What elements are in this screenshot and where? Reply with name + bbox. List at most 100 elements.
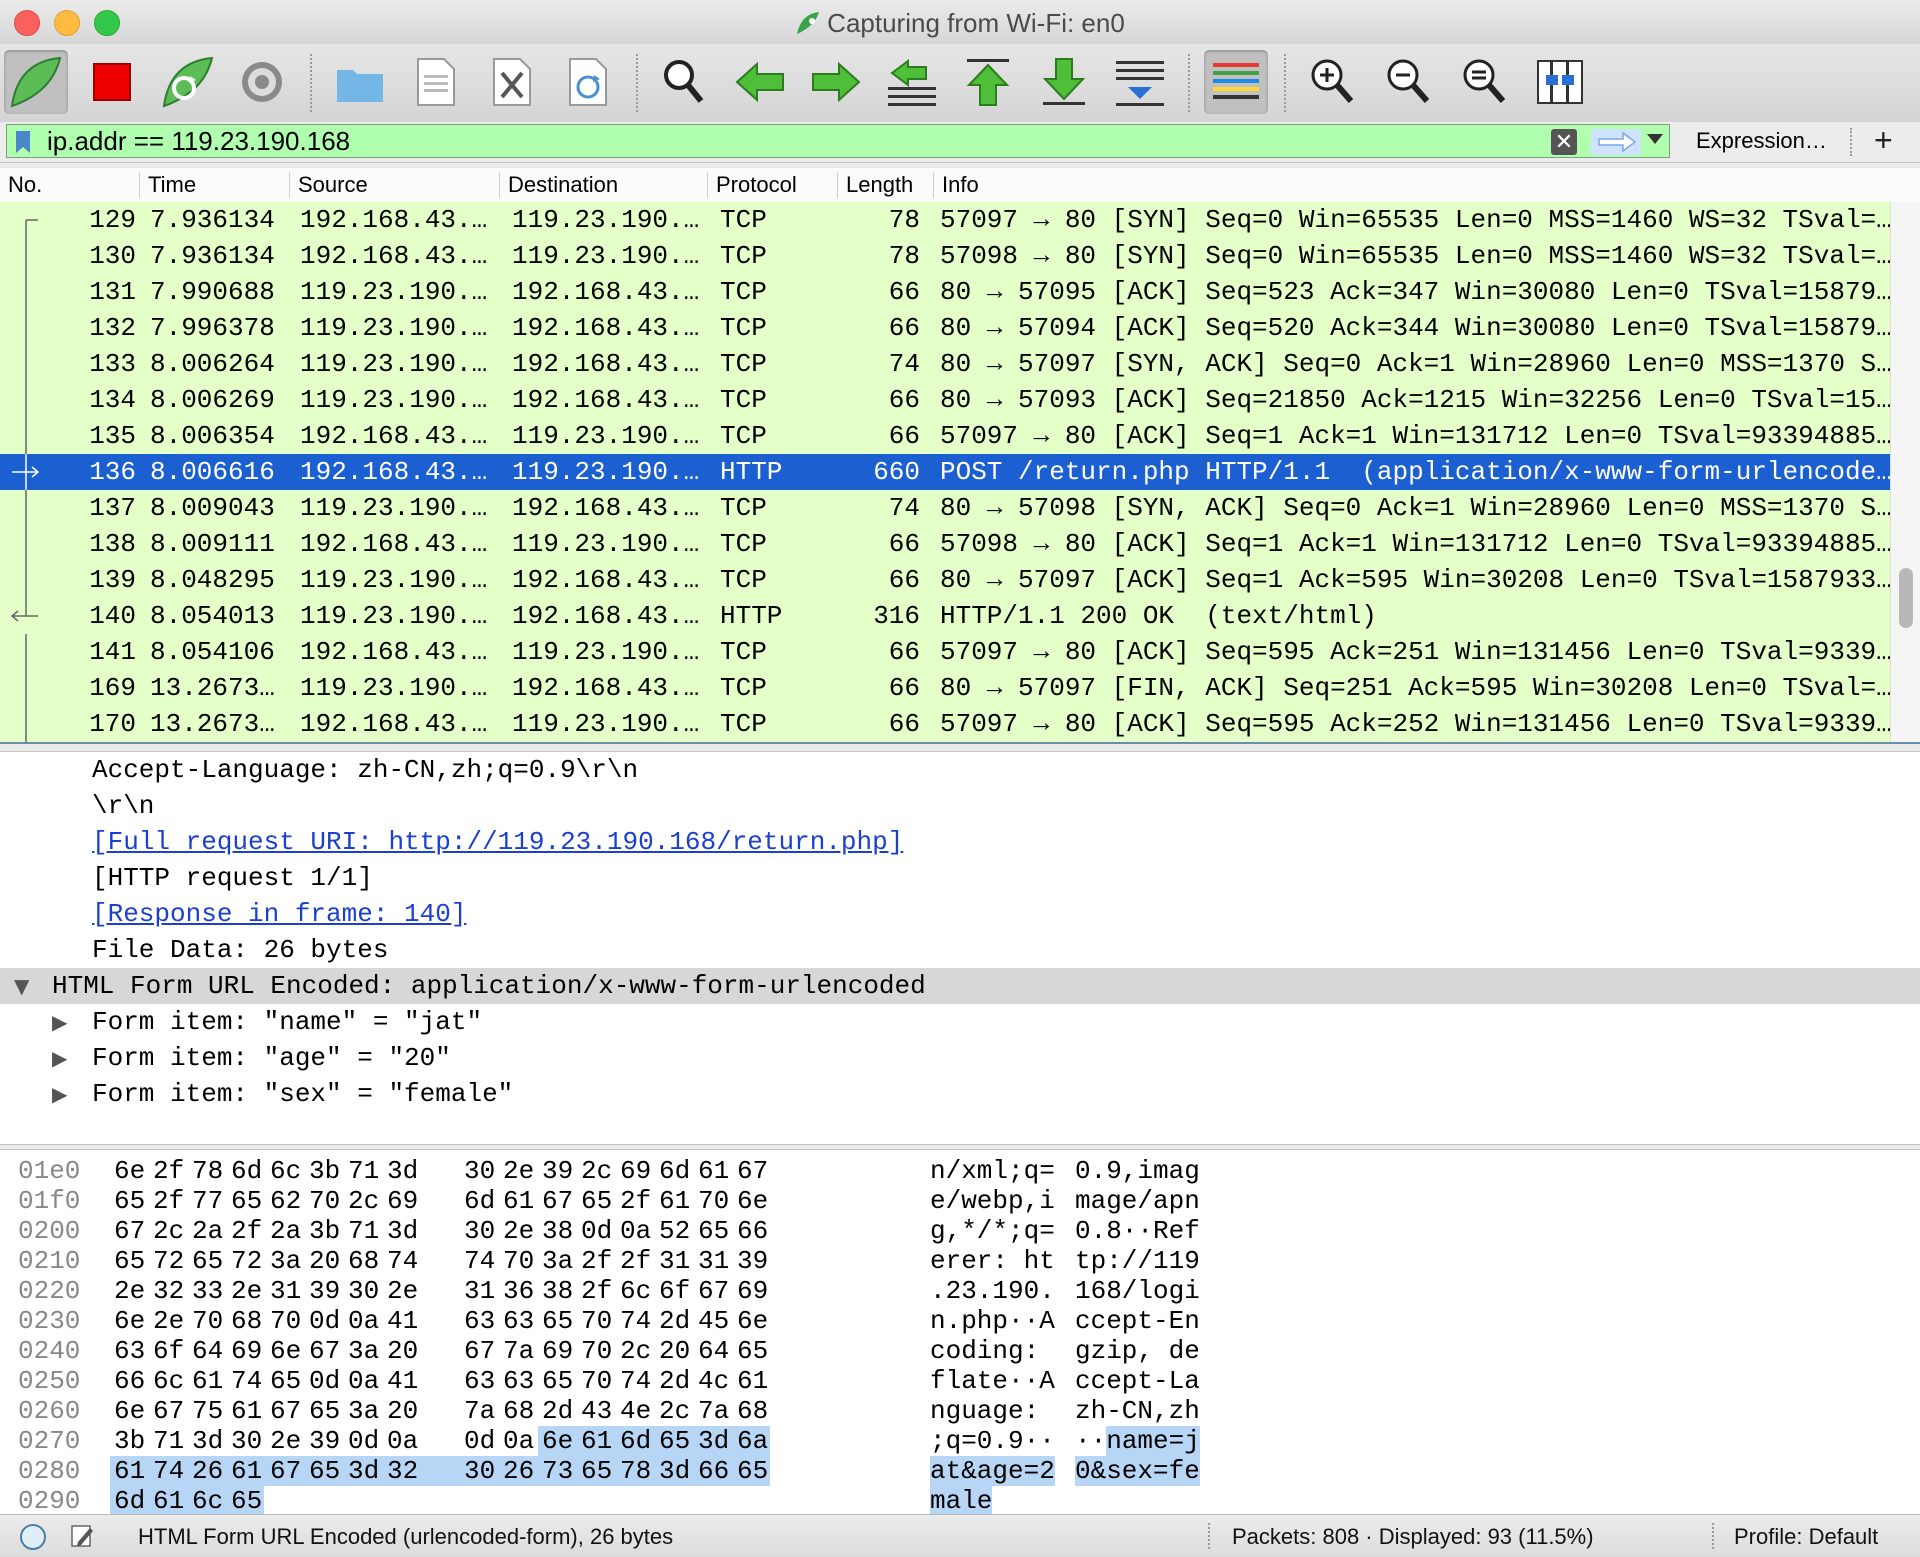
packet-row[interactable]: 134 8.006269 119.23.190.… 192.168.43.… TCP 66…	[0, 382, 1890, 418]
hex-byte[interactable]: 3d	[694, 1426, 733, 1456]
hex-byte[interactable]: 2c	[149, 1216, 188, 1246]
ascii-group[interactable]: erer: ht	[930, 1246, 1055, 1276]
ascii-group[interactable]: n.php··A	[930, 1306, 1055, 1336]
ascii-group[interactable]: gzip, de	[1075, 1336, 1200, 1366]
hex-byte[interactable]: 0a	[344, 1366, 383, 1396]
last-packet-button[interactable]	[1032, 50, 1096, 114]
hex-byte[interactable]: 70	[499, 1246, 538, 1276]
hex-byte[interactable]: 52	[655, 1216, 694, 1246]
hex-byte[interactable]: 6d	[655, 1156, 694, 1186]
packet-row[interactable]: 137 8.009043 119.23.190.… 192.168.43.… TCP 74…	[0, 490, 1890, 526]
hex-byte[interactable]: 3a	[538, 1246, 577, 1276]
hex-byte[interactable]: 6d	[110, 1486, 149, 1514]
hex-byte[interactable]: 61	[188, 1366, 227, 1396]
hex-byte[interactable]: 74	[149, 1456, 188, 1486]
hex-byte[interactable]: 2f	[149, 1156, 188, 1186]
stop-capture-button[interactable]	[80, 50, 144, 114]
hex-byte[interactable]: 63	[460, 1306, 499, 1336]
expand-triangle-icon[interactable]: ▶	[52, 1040, 67, 1076]
ascii-group[interactable]: nguage:	[930, 1396, 1055, 1426]
hex-byte[interactable]: 78	[188, 1156, 227, 1186]
form-item-line[interactable]: ▶ Form item: "name" = "jat"	[0, 1004, 1920, 1040]
expression-button[interactable]: Expression…	[1696, 128, 1827, 154]
hex-byte[interactable]: 74	[383, 1246, 460, 1276]
hex-byte[interactable]: 38	[538, 1276, 577, 1306]
ascii-group[interactable]: tp://119	[1075, 1246, 1200, 1276]
hex-byte[interactable]: 32	[149, 1276, 188, 1306]
column-header-no[interactable]: No.	[0, 172, 140, 198]
expand-triangle-icon[interactable]: ▶	[52, 1076, 67, 1112]
hex-byte[interactable]: 41	[383, 1306, 460, 1336]
hex-byte[interactable]: 70	[577, 1366, 616, 1396]
hex-byte[interactable]: 61	[110, 1456, 149, 1486]
hex-byte[interactable]: 6d	[616, 1426, 655, 1456]
hex-byte[interactable]: 6c	[149, 1366, 188, 1396]
hex-byte[interactable]: 70	[694, 1186, 733, 1216]
ascii-group[interactable]: ;q=0.9··	[930, 1426, 1055, 1456]
packet-row[interactable]: 140 8.054013 119.23.190.… 192.168.43.… HTTP 3…	[0, 598, 1890, 634]
collapse-triangle-icon[interactable]: ▼	[14, 968, 29, 1004]
ascii-group[interactable]: ccept-La	[1075, 1366, 1200, 1396]
hex-byte[interactable]: 4e	[616, 1396, 655, 1426]
expand-triangle-icon[interactable]: ▶	[52, 1004, 67, 1040]
detail-link-line[interactable]: [Full request URI: http://119.23.190.168…	[0, 824, 1920, 860]
hex-byte[interactable]: 69	[538, 1336, 577, 1366]
packet-row[interactable]: 136 8.006616 192.168.43.… 119.23.190.… HTTP 6…	[0, 454, 1890, 490]
hex-byte[interactable]: 65	[655, 1426, 694, 1456]
hex-byte[interactable]: 26	[188, 1456, 227, 1486]
filter-history-dropdown[interactable]	[1647, 134, 1663, 144]
start-capture-button[interactable]	[4, 50, 68, 114]
detail-link-text[interactable]: [Full request URI: http://119.23.190.168…	[92, 827, 903, 857]
hex-byte[interactable]: 6e	[538, 1426, 577, 1456]
ascii-group[interactable]: male	[930, 1486, 993, 1514]
column-header-source[interactable]: Source	[290, 172, 500, 198]
form-item-line[interactable]: ▶ Form item: "age" = "20"	[0, 1040, 1920, 1076]
hex-byte[interactable]: 20	[655, 1336, 694, 1366]
ascii-group[interactable]: 0.8··Ref	[1075, 1216, 1200, 1246]
hex-byte[interactable]: 31	[266, 1276, 305, 1306]
ascii-group[interactable]: flate··A	[930, 1366, 1055, 1396]
hex-byte[interactable]: 67	[266, 1396, 305, 1426]
hex-byte[interactable]: 39	[538, 1156, 577, 1186]
normal-size-button[interactable]	[1452, 50, 1516, 114]
hex-byte[interactable]: 65	[110, 1186, 149, 1216]
ascii-group[interactable]: zh-CN,zh	[1075, 1396, 1200, 1426]
column-header-length[interactable]: Length	[838, 172, 934, 198]
hex-byte[interactable]: 7a	[694, 1396, 733, 1426]
hex-byte[interactable]: 66	[110, 1366, 149, 1396]
hex-byte[interactable]: 30	[460, 1156, 499, 1186]
hex-byte[interactable]: 70	[577, 1306, 616, 1336]
hex-byte[interactable]: 61	[499, 1186, 538, 1216]
hex-byte[interactable]: 0d	[305, 1366, 344, 1396]
packet-row[interactable]: 129 7.936134 192.168.43.… 119.23.190.… TCP 78…	[0, 202, 1890, 238]
hex-byte[interactable]: 62	[266, 1186, 305, 1216]
detail-line[interactable]: File Data: 26 bytes	[0, 932, 1920, 968]
hex-byte[interactable]: 2c	[616, 1336, 655, 1366]
hex-byte[interactable]: 30	[460, 1456, 499, 1486]
hex-byte[interactable]: 6f	[655, 1276, 694, 1306]
packet-row[interactable]: 141 8.054106 192.168.43.… 119.23.190.… TCP 66…	[0, 634, 1890, 670]
hex-byte[interactable]: 6d	[227, 1156, 266, 1186]
column-header-time[interactable]: Time	[140, 172, 290, 198]
detail-section-header[interactable]: ▼ HTML Form URL Encoded: application/x-ww…	[0, 968, 1920, 1004]
hex-byte[interactable]: 30	[227, 1426, 266, 1456]
packet-row[interactable]: 131 7.990688 119.23.190.… 192.168.43.… TCP 66…	[0, 274, 1890, 310]
packet-list-scrollbar[interactable]	[1890, 202, 1920, 742]
hex-byte[interactable]: 3a	[344, 1336, 383, 1366]
hex-byte[interactable]: 61	[227, 1396, 266, 1426]
hex-byte[interactable]: 70	[577, 1336, 616, 1366]
hex-byte[interactable]: 78	[616, 1456, 655, 1486]
packet-row[interactable]: 170 13.2673… 192.168.43.… 119.23.190.… TCP 66…	[0, 706, 1890, 742]
hex-byte[interactable]: 65	[227, 1186, 266, 1216]
ascii-group[interactable]: 0&sex=fe	[1075, 1456, 1200, 1486]
hex-byte[interactable]: 0d	[460, 1426, 499, 1456]
detail-line[interactable]: Accept-Language: zh-CN,zh;q=0.9\r\n	[0, 752, 1920, 788]
hex-byte[interactable]: 65	[733, 1456, 770, 1486]
ascii-group[interactable]: n/xml;q=	[930, 1156, 1055, 1186]
close-file-button[interactable]	[480, 50, 544, 114]
hex-byte[interactable]: 65	[266, 1366, 305, 1396]
hex-byte[interactable]: 6e	[110, 1396, 149, 1426]
apply-filter-button[interactable]	[1591, 129, 1641, 155]
hex-byte[interactable]: 2a	[188, 1216, 227, 1246]
hex-byte[interactable]: 61	[655, 1186, 694, 1216]
